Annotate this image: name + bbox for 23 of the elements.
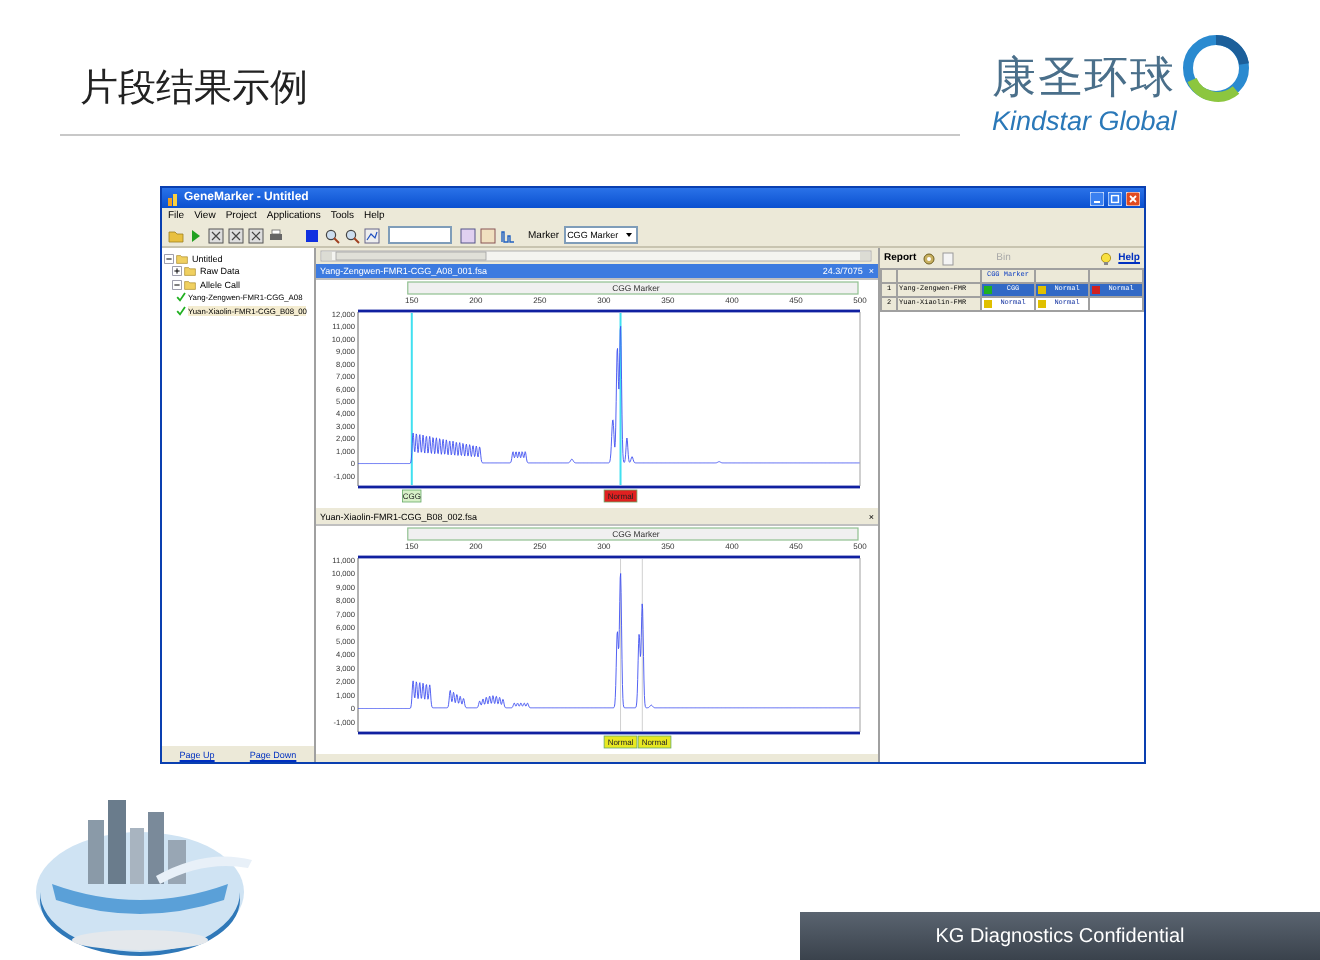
close-icon[interactable] — [1126, 191, 1140, 205]
checkmark-icon[interactable] — [176, 305, 186, 316]
printer-icon[interactable] — [268, 227, 284, 243]
chart-icon[interactable] — [364, 227, 380, 243]
logo-english-text: Kindstar Global — [992, 106, 1179, 136]
zoom-out-icon[interactable] — [344, 227, 360, 243]
zoom-in-icon[interactable] — [324, 227, 340, 243]
ring-logo-icon — [1180, 32, 1252, 104]
caret-icon — [624, 230, 635, 240]
footer-bar: KG Diagnostics Confidential — [800, 912, 1320, 960]
lightbulb-icon[interactable] — [1100, 251, 1113, 265]
chart-icon[interactable] — [500, 227, 516, 243]
checkmark-icon[interactable] — [176, 292, 186, 303]
dropdown-field[interactable] — [388, 226, 452, 244]
expander-icon[interactable] — [172, 266, 182, 277]
logo-chinese-text: 康圣环球 — [992, 52, 1176, 108]
square-icon[interactable] — [304, 227, 320, 243]
app-logo-icon — [166, 191, 180, 205]
horizontal-scrollbar[interactable] — [320, 250, 872, 262]
maximize-icon[interactable] — [1108, 191, 1122, 205]
slide-title: 片段结果示例 — [80, 64, 308, 114]
settings-icon[interactable] — [922, 251, 937, 265]
minimize-icon[interactable] — [1090, 191, 1104, 205]
